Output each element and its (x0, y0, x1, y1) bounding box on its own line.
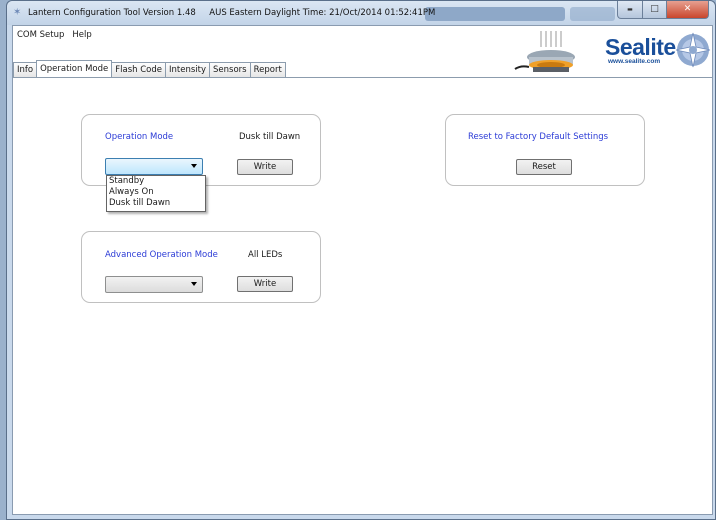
dropdown-option-dusk-till-dawn[interactable]: Dusk till Dawn (107, 198, 205, 209)
menu-com-setup[interactable]: COM Setup (13, 26, 68, 44)
compass-logo-icon (675, 32, 711, 68)
close-icon: ✕ (683, 4, 692, 14)
window-controls: ▬ □ ✕ (617, 1, 709, 19)
advanced-operation-mode-write-button[interactable]: Write (237, 276, 293, 292)
sealite-logo: Sealite (605, 34, 676, 60)
title-bar-glow (570, 7, 615, 21)
operation-mode-label: Operation Mode (105, 132, 174, 142)
maximize-icon: □ (650, 4, 659, 14)
operation-mode-current-value: Dusk till Dawn (239, 132, 301, 142)
reset-factory-defaults-label: Reset to Factory Default Settings (468, 132, 609, 142)
title-bar-glow (425, 7, 565, 21)
window-title: Lantern Configuration Tool Version 1.48 … (28, 8, 436, 18)
operation-mode-dropdown-list: Standby Always On Dusk till Dawn (106, 175, 206, 212)
advanced-operation-mode-select[interactable] (105, 276, 203, 293)
title-bar[interactable]: ✶ Lantern Configuration Tool Version 1.4… (7, 1, 715, 25)
lantern-product-image (514, 31, 575, 72)
tab-info[interactable]: Info (13, 62, 38, 77)
reset-factory-defaults-group (445, 114, 645, 186)
tab-sensors[interactable]: Sensors (209, 62, 251, 77)
close-button[interactable]: ✕ (667, 1, 709, 19)
tab-strip: Info Operation Mode Flash Code Intensity… (13, 60, 286, 77)
advanced-operation-mode-current-value: All LEDs (248, 250, 283, 260)
operation-mode-panel: Operation Mode Dusk till Dawn Write Stan… (13, 77, 712, 514)
app-icon: ✶ (13, 7, 22, 18)
menu-bar: COM Setup Help (13, 26, 96, 44)
tab-report[interactable]: Report (249, 62, 286, 77)
tab-flash-code[interactable]: Flash Code (111, 62, 167, 77)
app-window: ✶ Lantern Configuration Tool Version 1.4… (6, 0, 716, 520)
chevron-down-icon (191, 164, 197, 168)
minimize-icon: ▬ (627, 5, 633, 13)
advanced-operation-mode-label: Advanced Operation Mode (105, 250, 218, 260)
reset-button[interactable]: Reset (516, 159, 572, 175)
menu-help[interactable]: Help (68, 26, 95, 44)
dropdown-option-standby[interactable]: Standby (107, 176, 205, 187)
chevron-down-icon (191, 282, 197, 286)
dropdown-option-always-on[interactable]: Always On (107, 187, 205, 198)
tab-operation-mode[interactable]: Operation Mode (36, 60, 113, 77)
operation-mode-select[interactable] (105, 158, 203, 175)
client-area: COM Setup Help Sealite www.sealite.com I… (12, 25, 713, 515)
minimize-button[interactable]: ▬ (617, 1, 643, 19)
operation-mode-write-button[interactable]: Write (237, 159, 293, 175)
maximize-button[interactable]: □ (643, 1, 667, 19)
sealite-url: www.sealite.com (608, 58, 661, 65)
tab-intensity[interactable]: Intensity (165, 62, 211, 77)
